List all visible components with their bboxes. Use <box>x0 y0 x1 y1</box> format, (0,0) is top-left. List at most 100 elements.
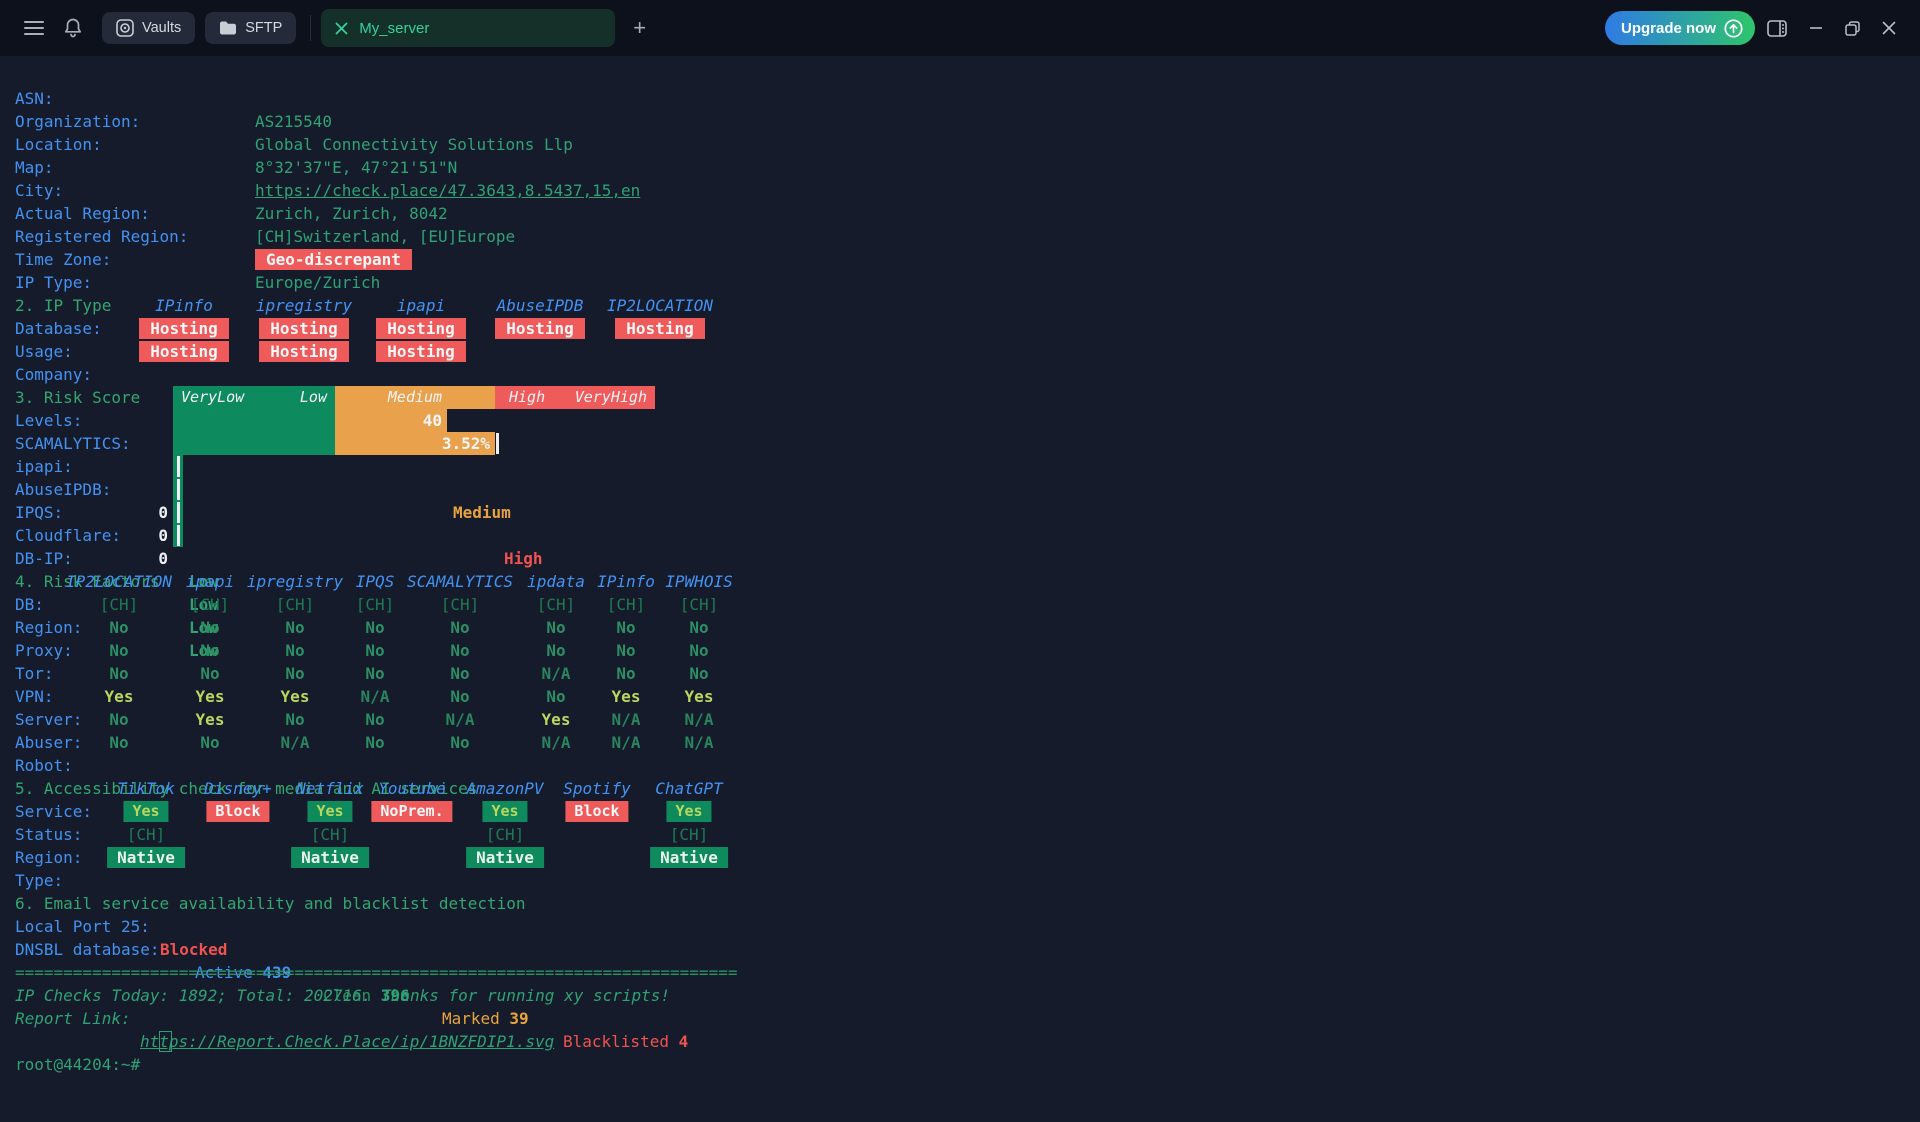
sftp-button[interactable]: SFTP <box>205 12 296 44</box>
db-header-row: DB: IP2LOCATIONipapiipregistryIPQSSCAMAL… <box>0 570 1920 593</box>
sftp-label: SFTP <box>245 20 282 36</box>
db-name: ipapi <box>186 570 234 593</box>
abuser-row: Abuser: NoYesNoNoN/AYesN/AN/A <box>0 708 1920 731</box>
hamburger-icon <box>24 20 44 36</box>
scamalytics-row: SCAMALYTICS: 40 Medium <box>0 409 1920 432</box>
terminal[interactable]: ASN: AS215540 Organization: Global Conne… <box>0 56 1920 1080</box>
db-name: ipregistry <box>247 570 343 593</box>
hosting-badge: Hosting <box>495 318 585 339</box>
proxy-cells: NoNoNoNoNoNoNoNo <box>0 616 1920 639</box>
cloudflare-cursor <box>177 502 180 523</box>
asn-row: ASN: AS215540 <box>0 64 1920 87</box>
status-badge: Block <box>206 801 269 822</box>
hosting-badge: Hosting <box>139 341 229 362</box>
service-name: Disney+ <box>204 777 271 800</box>
service-region-cells: [CH][CH][CH][CH] <box>0 823 1920 846</box>
abuser-cell: No <box>109 708 128 731</box>
tor-cell: No <box>546 639 565 662</box>
region-cells: [CH][CH][CH][CH][CH][CH][CH][CH] <box>0 593 1920 616</box>
section3-title-row: 3. Risk Score <box>0 363 1920 386</box>
db-name: IPinfo <box>597 570 655 593</box>
level-veryhigh: VeryHigh <box>575 386 647 409</box>
service-region-cell: [CH] <box>311 823 350 846</box>
panel-toggle-button[interactable] <box>1761 14 1793 43</box>
tab-my-server[interactable]: My_server <box>321 9 615 47</box>
tor-cell: No <box>200 639 219 662</box>
vaults-label: Vaults <box>142 20 181 36</box>
database-name: IPinfo <box>155 294 213 317</box>
timezone-row: Time Zone: Europe/Zurich <box>0 225 1920 248</box>
upgrade-label: Upgrade now <box>1621 20 1716 37</box>
server-cell: Yes <box>196 685 225 708</box>
server-cell: Yes <box>685 685 714 708</box>
restore-button[interactable] <box>1839 15 1866 42</box>
menu-button[interactable] <box>18 14 50 42</box>
tor-cell: No <box>285 639 304 662</box>
upgrade-button[interactable]: Upgrade now <box>1605 11 1755 45</box>
ipapi-cursor <box>496 433 499 454</box>
database-columns: IPinfoipregistryipapiAbuseIPDBIP2LOCATIO… <box>0 294 1920 317</box>
server-cell: N/A <box>361 685 390 708</box>
usage-row: Usage: HostingHostingHostingHostingHosti… <box>0 317 1920 340</box>
ipqs-score-row: IPQS: 0 Low <box>0 478 1920 501</box>
robot-cells: NoNoN/ANoNoN/AN/AN/A <box>0 731 1920 754</box>
registered-region-row: Registered Region: [RU]Russia <box>0 202 1920 225</box>
vaults-button[interactable]: Vaults <box>102 12 195 44</box>
ipapi-score: 3.52% <box>335 432 495 455</box>
tor-cells: NoNoNoNoNoNoNoNo <box>0 639 1920 662</box>
section6-title-row: 6. Email service availability and blackl… <box>0 869 1920 892</box>
robot-cell: No <box>109 731 128 754</box>
section2-title-row: 2. IP Type <box>0 271 1920 294</box>
dnsbl-row: DNSBL database: Active439 Clean396 Marke… <box>0 915 1920 938</box>
new-tab-button[interactable]: + <box>627 16 652 40</box>
company-row: Company: HostingHostingHosting <box>0 340 1920 363</box>
minimize-button[interactable] <box>1803 15 1829 41</box>
close-window-button[interactable] <box>1876 15 1902 41</box>
titlebar: Vaults SFTP My_server + Upgrade now <box>0 0 1920 56</box>
port25-row: Local Port 25: Blocked <box>0 892 1920 915</box>
vpn-cell: No <box>616 662 635 685</box>
status-badge: Yes <box>666 801 711 822</box>
blank-row <box>0 1007 1920 1030</box>
close-tab-icon[interactable] <box>335 22 348 35</box>
scamalytics-bar-green <box>173 409 335 432</box>
proxy-cell: No <box>285 616 304 639</box>
native-badge: Native <box>650 847 728 868</box>
ip-type-row: IP Type: Geo-discrepant <box>0 248 1920 271</box>
native-badge: Native <box>291 847 369 868</box>
vpn-cells: NoNoNoNoNoN/ANoNo <box>0 662 1920 685</box>
notifications-button[interactable] <box>58 12 88 44</box>
company-badges: HostingHostingHosting <box>0 340 1920 363</box>
status-badge: Yes <box>482 801 527 822</box>
tor-cell: No <box>689 639 708 662</box>
hosting-badge: Hosting <box>376 318 466 339</box>
vault-icon <box>116 19 134 37</box>
proxy-cell: No <box>546 616 565 639</box>
db-name: IPQS <box>356 570 395 593</box>
robot-cell: No <box>200 731 219 754</box>
server-cell: Yes <box>281 685 310 708</box>
hosting-badge: Hosting <box>376 341 466 362</box>
hosting-badge: Hosting <box>615 318 705 339</box>
robot-cell: No <box>450 731 469 754</box>
service-type-row: Type: NativeNativeNativeNative <box>0 846 1920 869</box>
region-cell: [CH] <box>680 593 719 616</box>
abuser-cell: N/A <box>685 708 714 731</box>
report-row: Report Link: https://Report.Check.Place/… <box>0 984 1920 1007</box>
organization-row: Organization: Global Connectivity Soluti… <box>0 87 1920 110</box>
vpn-cell: No <box>200 662 219 685</box>
service-name: TikTok <box>117 777 175 800</box>
section4-title-row: 4. Risk Factors <box>0 547 1920 570</box>
server-row: Server: YesYesYesN/ANoNoYesYes <box>0 685 1920 708</box>
robot-cell: N/A <box>685 731 714 754</box>
abuser-cell: Yes <box>542 708 571 731</box>
region-cell: [CH] <box>607 593 646 616</box>
terminal-cursor <box>159 1031 172 1052</box>
scamalytics-score: 40 <box>335 409 447 432</box>
level-bar-orange: Medium <box>335 386 495 409</box>
status-badge: Yes <box>307 801 352 822</box>
db-columns: IP2LOCATIONipapiipregistryIPQSSCAMALYTIC… <box>0 570 1920 593</box>
database-header-row: Database: IPinfoipregistryipapiAbuseIPDB… <box>0 294 1920 317</box>
hosting-badge: Hosting <box>139 318 229 339</box>
vpn-cell: No <box>450 662 469 685</box>
